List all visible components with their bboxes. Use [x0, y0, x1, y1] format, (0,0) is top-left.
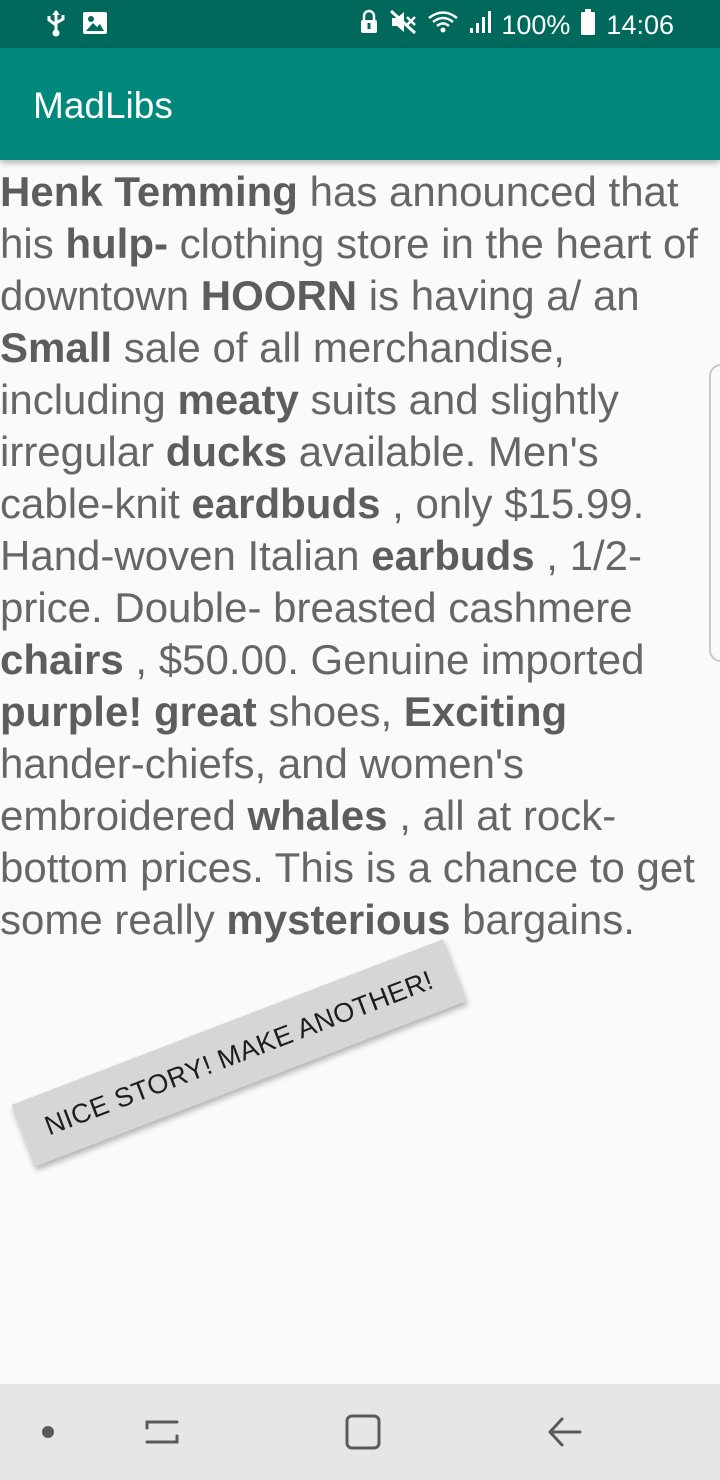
madlib-word: Small	[0, 324, 113, 371]
madlib-word: purple! great	[0, 688, 257, 735]
app-bar: MadLibs	[0, 48, 720, 160]
madlib-word: eardbuds	[191, 480, 381, 527]
clock: 14:06	[606, 9, 674, 40]
recent-apps-icon[interactable]	[130, 1384, 194, 1480]
madlib-word: whales	[247, 792, 388, 839]
story-text: Henk Temming has announced that his hulp…	[0, 166, 716, 946]
madlib-word: HOORN	[200, 272, 358, 319]
madlib-word: Henk Temming	[0, 168, 298, 215]
status-right-icons: 100% 14:06	[359, 8, 674, 41]
lock-icon	[359, 9, 379, 40]
story-segment: , $50.00. Genuine imported	[123, 636, 645, 683]
make-another-button[interactable]: NICE STORY! MAKE ANOTHER!	[11, 939, 467, 1167]
mute-icon	[389, 9, 417, 40]
home-icon[interactable]	[330, 1384, 396, 1480]
story-segment: shoes,	[256, 688, 404, 735]
madlib-word: meaty	[177, 376, 299, 423]
status-bar: 100% 14:06	[0, 0, 720, 48]
status-left-icons	[44, 9, 108, 42]
dot-icon[interactable]	[18, 1384, 78, 1480]
back-icon[interactable]	[532, 1384, 598, 1480]
navigation-bar	[0, 1384, 720, 1480]
story-segment: is having a/ an	[357, 272, 640, 319]
battery-percent: 100%	[501, 9, 571, 40]
madlib-word: mysterious	[226, 896, 451, 943]
story-segment: bargains.	[450, 896, 635, 943]
signal-icon	[469, 9, 492, 40]
app-title: MadLibs	[33, 85, 173, 126]
battery-icon	[580, 8, 596, 41]
madlib-word: earbuds	[371, 532, 535, 579]
madlib-word: hulp-	[65, 220, 168, 267]
wifi-icon	[427, 9, 459, 40]
image-icon	[82, 10, 108, 41]
madlib-word: ducks	[165, 428, 288, 475]
madlib-word: Exciting	[403, 688, 568, 735]
usb-icon	[44, 9, 68, 42]
edge-panel-handle[interactable]	[709, 364, 720, 662]
madlib-word: chairs	[0, 636, 124, 683]
